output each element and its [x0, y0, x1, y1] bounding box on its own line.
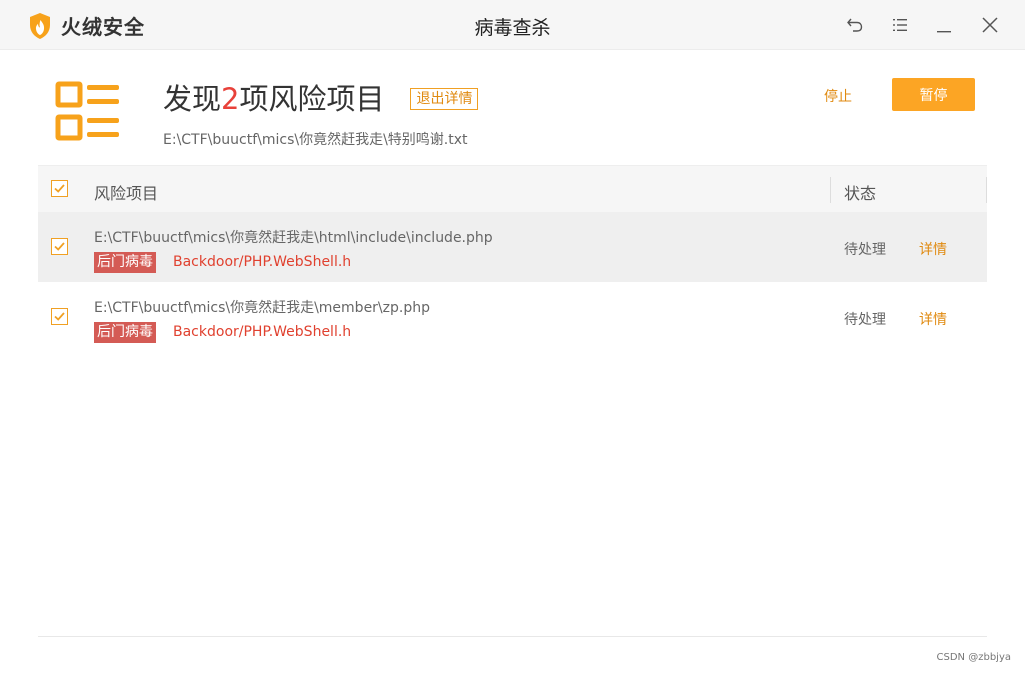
select-all-checkbox[interactable]: [51, 180, 68, 197]
undo-arrow-icon: [847, 18, 863, 32]
pause-button[interactable]: 暂停: [892, 78, 975, 111]
headline: 发现2项风险项目 退出详情: [163, 76, 479, 118]
checkmark-icon: [54, 312, 65, 321]
status-text: 待处理: [844, 242, 886, 258]
risk-list-icon: [55, 81, 119, 141]
minimize-button[interactable]: [932, 13, 956, 37]
title-bar: 火绒安全 病毒查杀: [0, 0, 1025, 50]
back-button[interactable]: [843, 13, 867, 37]
window-title: 病毒查杀: [474, 17, 551, 39]
risk-file-path: E:\CTF\buuctf\mics\你竟然赶我走\html\include\i…: [94, 230, 493, 246]
virus-type-badge: 后门病毒: [94, 252, 156, 273]
detail-link[interactable]: 详情: [919, 309, 947, 329]
virus-name: Backdoor/PHP.WebShell.h: [173, 324, 352, 340]
stop-button[interactable]: 停止: [824, 86, 852, 106]
row-checkbox[interactable]: [51, 308, 68, 325]
detail-link[interactable]: 详情: [919, 239, 947, 259]
minimize-icon: [937, 31, 951, 33]
footer-divider: [38, 636, 987, 637]
virus-type-badge: 后门病毒: [94, 322, 156, 343]
close-button[interactable]: [978, 13, 1002, 37]
checkmark-icon: [54, 242, 65, 251]
close-icon: [982, 17, 998, 33]
table-row[interactable]: E:\CTF\buuctf\mics\你竟然赶我走\member\zp.php …: [38, 282, 987, 352]
column-divider: [986, 177, 987, 203]
status-text: 待处理: [844, 312, 886, 328]
headline-suffix: 项风险项目: [239, 82, 385, 116]
column-divider: [830, 177, 831, 203]
scan-summary-header: 发现2项风险项目 退出详情 E:\CTF\buuctf\mics\你竟然赶我走\…: [0, 50, 1025, 165]
row-checkbox[interactable]: [51, 238, 68, 255]
checkmark-icon: [54, 184, 65, 193]
virus-name: Backdoor/PHP.WebShell.h: [173, 254, 352, 270]
column-header-status: 状态: [844, 184, 877, 203]
table-row[interactable]: E:\CTF\buuctf\mics\你竟然赶我走\html\include\i…: [38, 212, 987, 282]
risk-file-path: E:\CTF\buuctf\mics\你竟然赶我走\member\zp.php: [94, 300, 430, 316]
exit-detail-button[interactable]: 退出详情: [410, 87, 479, 110]
risk-table: 风险项目 状态 E:\CTF\buuctf\mics\你竟然赶我走\html\i…: [38, 165, 987, 352]
column-header-risk-item: 风险项目: [94, 184, 159, 203]
risk-summary-title: 发现2项风险项目: [163, 76, 384, 118]
risk-count: 2: [221, 82, 240, 116]
headline-prefix: 发现: [163, 82, 222, 116]
table-header: 风险项目 状态: [38, 165, 987, 212]
menu-button[interactable]: [888, 13, 912, 37]
watermark: CSDN @zbbjya: [936, 652, 1011, 663]
list-menu-icon: [893, 19, 907, 31]
current-scan-path: E:\CTF\buuctf\mics\你竟然赶我走\特别鸣谢.txt: [163, 132, 468, 148]
